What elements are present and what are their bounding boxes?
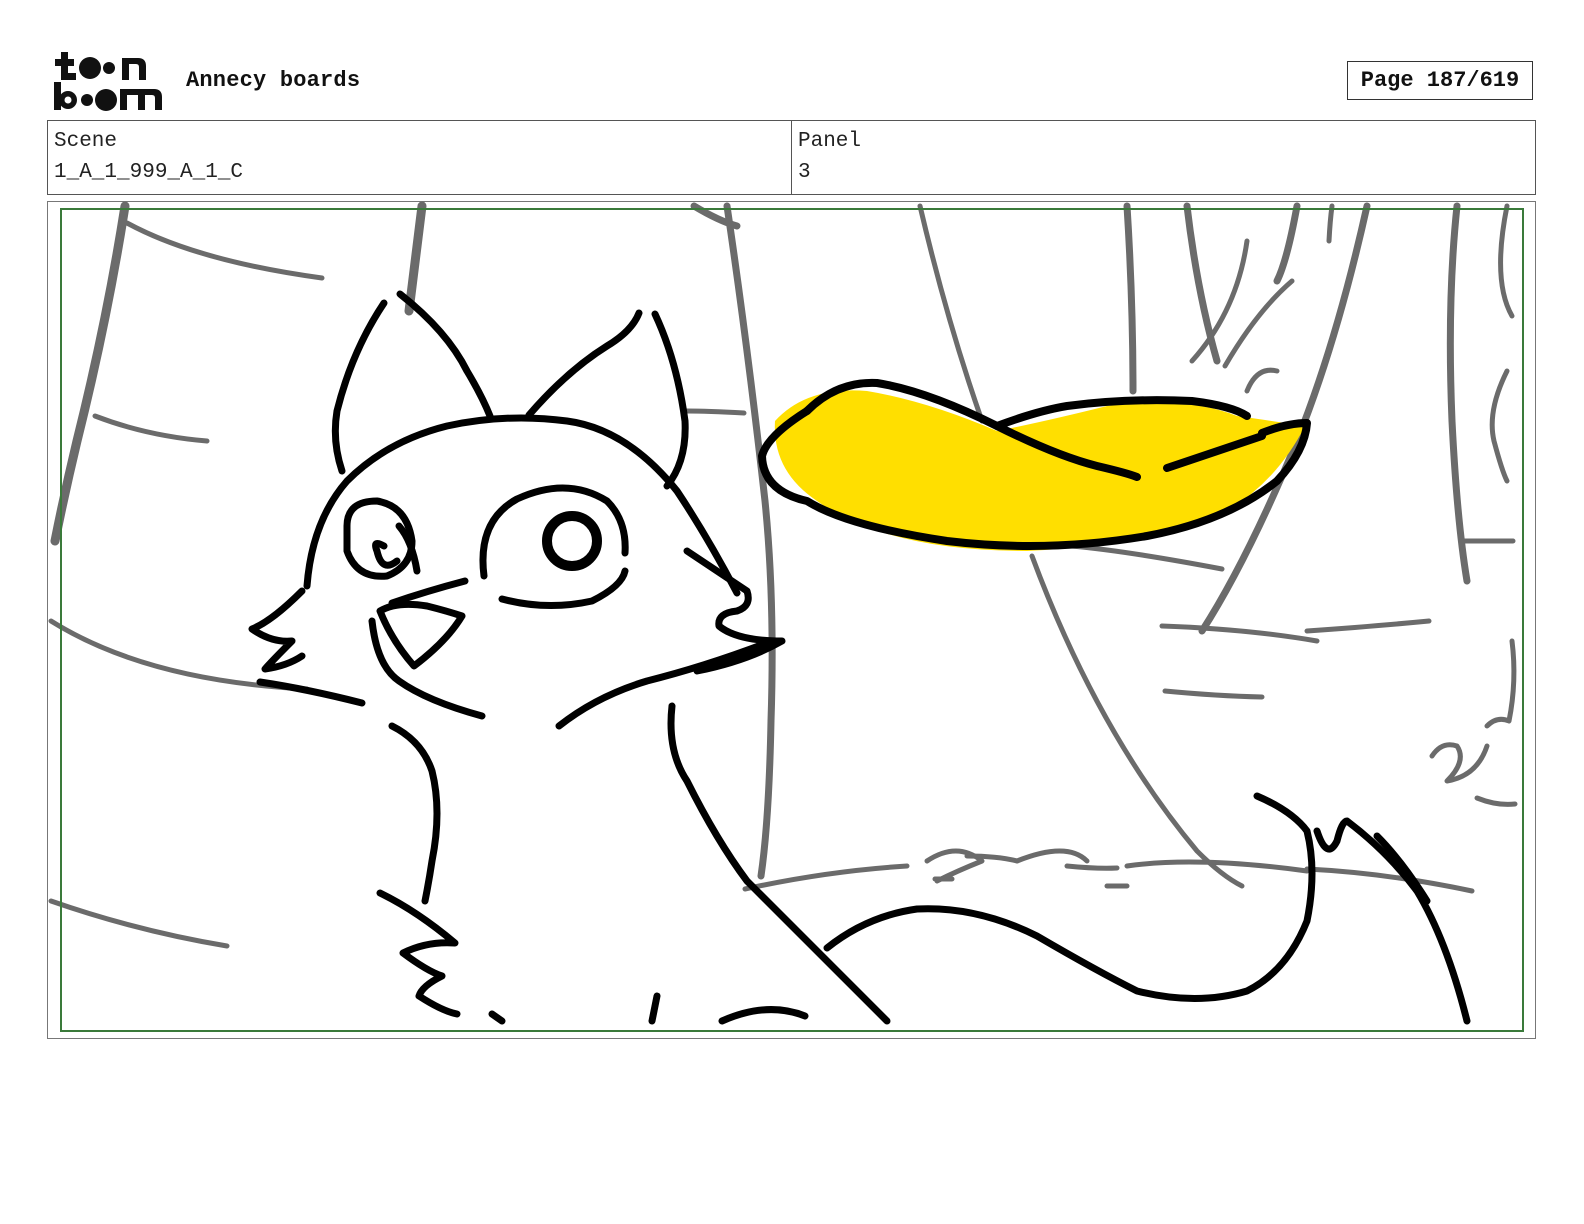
panel-value: 3 [798,161,811,184]
storyboard-sketch [48,201,1518,1025]
scene-value: 1_A_1_999_A_1_C [54,161,244,184]
document-title: Annecy boards [186,68,361,93]
panel-cell: Panel 3 [791,121,1535,194]
page-indicator: Page 187/619 [1347,61,1533,100]
scene-panel-table: Scene 1_A_1_999_A_1_C Panel 3 [47,120,1536,195]
background-lines [48,201,1518,949]
scene-label: Scene [54,130,118,153]
panel-label: Panel [798,130,862,153]
scene-cell: Scene 1_A_1_999_A_1_C [48,121,791,194]
page-label: Page 187/619 [1360,68,1520,93]
toon-boom-logo [54,52,162,111]
